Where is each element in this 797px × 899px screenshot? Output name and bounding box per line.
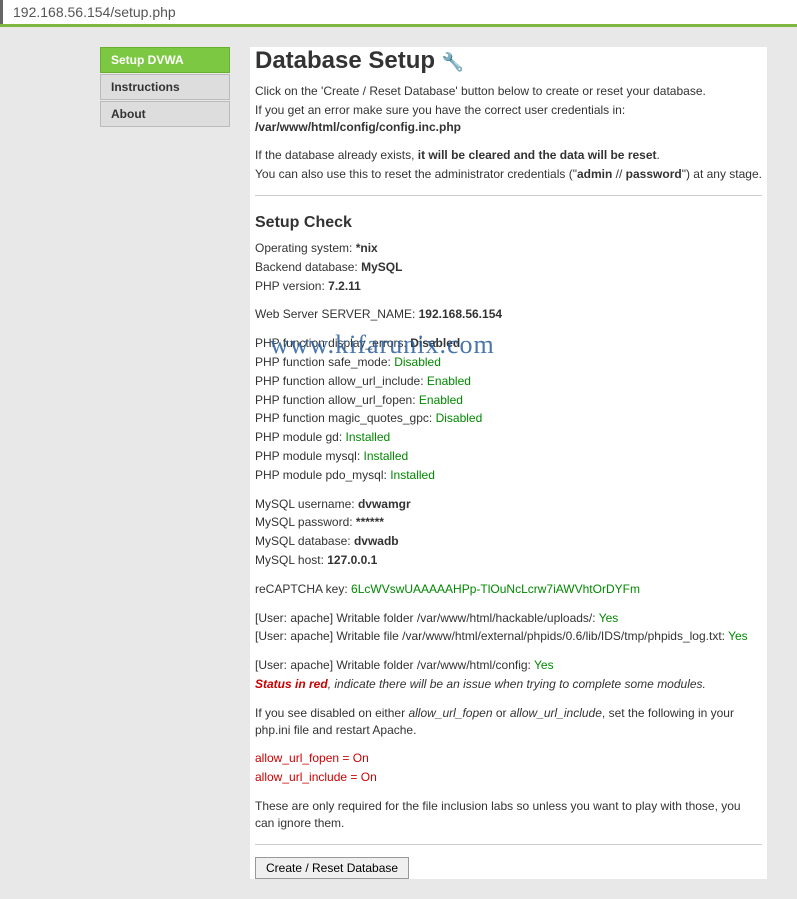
- intro-text: You can also use this to reset the admin…: [255, 166, 762, 183]
- check-line: PHP function magic_quotes_gpc: Disabled: [255, 410, 762, 427]
- ini-line: allow_url_include = On: [255, 769, 762, 786]
- address-bar[interactable]: 192.168.56.154/setup.php: [0, 0, 797, 24]
- check-line: Web Server SERVER_NAME: 192.168.56.154: [255, 306, 762, 323]
- intro-text: If you get an error make sure you have t…: [255, 102, 762, 136]
- sidebar-item-instructions[interactable]: Instructions: [100, 74, 230, 100]
- divider: [255, 844, 762, 845]
- sidebar: Setup DVWA Instructions About: [100, 47, 230, 879]
- check-line: MySQL host: 127.0.0.1: [255, 552, 762, 569]
- page-title: Database Setup 🔧: [255, 47, 762, 75]
- status-note: Status in red, indicate there will be an…: [255, 676, 762, 693]
- check-line: [User: apache] Writable file /var/www/ht…: [255, 628, 762, 645]
- check-line: MySQL username: dvwamgr: [255, 496, 762, 513]
- intro-text: If the database already exists, it will …: [255, 147, 762, 164]
- wrench-icon: 🔧: [442, 52, 464, 72]
- check-line: PHP version: 7.2.11: [255, 278, 762, 295]
- create-reset-button[interactable]: Create / Reset Database: [255, 857, 409, 879]
- check-line: [User: apache] Writable folder /var/www/…: [255, 610, 762, 627]
- check-line: Backend database: MySQL: [255, 259, 762, 276]
- check-line: PHP function allow_url_include: Enabled: [255, 373, 762, 390]
- check-line: MySQL database: dvwadb: [255, 533, 762, 550]
- section-title: Setup Check: [255, 214, 762, 232]
- check-line: reCAPTCHA key: 6LcWVswUAAAAAHPp-TlOuNcLc…: [255, 581, 762, 598]
- ini-line: allow_url_fopen = On: [255, 750, 762, 767]
- check-line: Operating system: *nix: [255, 240, 762, 257]
- check-line: MySQL password: ******: [255, 514, 762, 531]
- check-line: PHP function display_errors: Disabled: [255, 335, 762, 352]
- check-line: PHP module gd: Installed: [255, 429, 762, 446]
- sidebar-item-setup[interactable]: Setup DVWA: [100, 47, 230, 73]
- sidebar-item-about[interactable]: About: [100, 101, 230, 127]
- divider: [255, 195, 762, 196]
- note-text: These are only required for the file inc…: [255, 798, 762, 832]
- check-line: PHP function allow_url_fopen: Enabled: [255, 392, 762, 409]
- check-line: PHP function safe_mode: Disabled: [255, 354, 762, 371]
- note-text: If you see disabled on either allow_url_…: [255, 705, 762, 739]
- main-content: Database Setup 🔧 Click on the 'Create / …: [250, 47, 767, 879]
- check-line: PHP module mysql: Installed: [255, 448, 762, 465]
- intro-text: Click on the 'Create / Reset Database' b…: [255, 83, 762, 100]
- check-line: PHP module pdo_mysql: Installed: [255, 467, 762, 484]
